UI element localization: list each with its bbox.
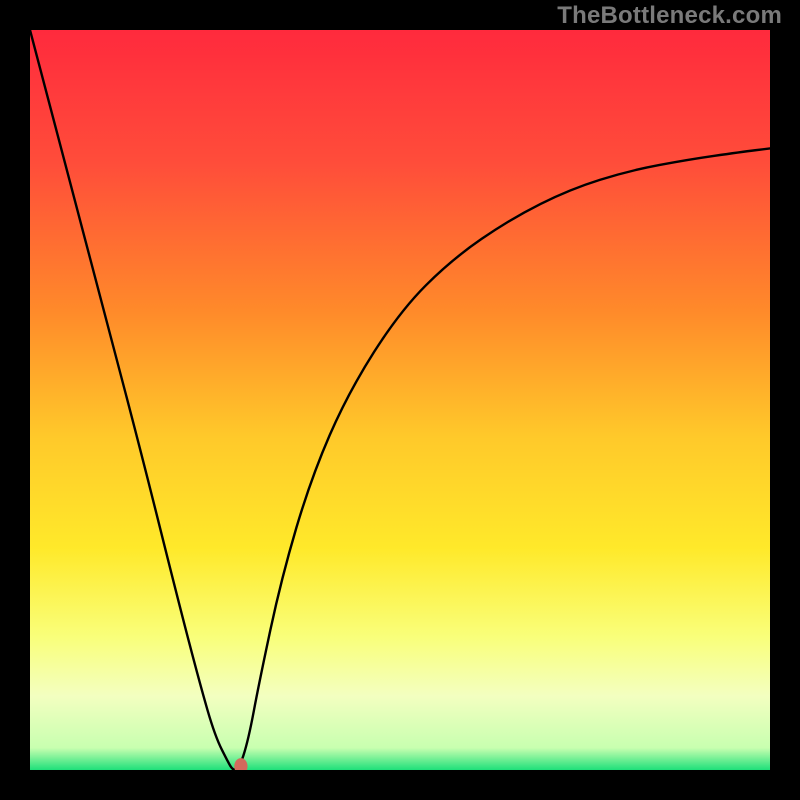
watermark-text: TheBottleneck.com	[557, 2, 782, 30]
chart-frame: TheBottleneck.com	[0, 0, 800, 800]
plot-area	[30, 30, 770, 770]
plot-background	[30, 30, 770, 770]
bottleneck-plot-svg	[30, 30, 770, 770]
